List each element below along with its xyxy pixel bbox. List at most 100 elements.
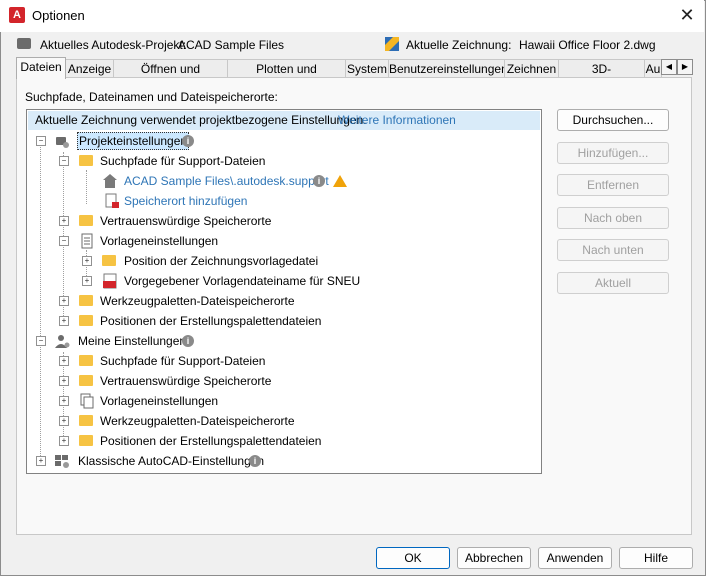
project-settings-notice: Aktuelle Zeichnung verwendet projektbezo… — [35, 113, 367, 127]
tree-item-default-template[interactable]: + Vorgegebener Vorlagendateiname für SNE… — [27, 272, 539, 290]
move-down-button[interactable]: Nach unten — [557, 239, 669, 261]
folder-icon — [102, 255, 116, 266]
tree-item-support-paths[interactable]: − Suchpfade für Support-Dateien — [27, 152, 539, 170]
project-label: Aktuelles Autodesk-Projekt: — [40, 38, 187, 52]
drawing-icon — [384, 36, 400, 52]
expand-toggle[interactable]: + — [59, 356, 69, 366]
tree-item-label: Vorlageneinstellungen — [100, 234, 219, 248]
title-bar: A Optionen ✕ — [0, 0, 704, 32]
tree-item-tool-palettes[interactable]: + Werkzeugpaletten-Dateispeicherorte — [27, 292, 539, 310]
apply-button[interactable]: Anwenden — [538, 547, 612, 569]
tree-item-label: Speicherort hinzufügen — [124, 194, 248, 208]
tree-item-label: Vorlageneinstellungen — [100, 394, 219, 408]
help-button[interactable]: Hilfe — [619, 547, 693, 569]
document-icon — [79, 233, 95, 249]
expand-toggle[interactable]: + — [59, 436, 69, 446]
tree-item-label: Positionen der Erstellungspalettendateie… — [100, 434, 322, 448]
expand-toggle[interactable]: + — [59, 296, 69, 306]
tree-item-trusted-locations[interactable]: + Vertrauenswürdige Speicherorte — [27, 212, 539, 230]
remove-button[interactable]: Entfernen — [557, 174, 669, 196]
tab-benutzereinstellungen[interactable]: Benutzereinstellungen — [388, 59, 508, 78]
paths-tree[interactable]: Aktuelle Zeichnung verwendet projektbezo… — [26, 109, 542, 474]
info-icon[interactable]: i — [182, 135, 194, 147]
ok-button[interactable]: OK — [376, 547, 450, 569]
tab-anzeige[interactable]: Anzeige — [65, 59, 114, 78]
folder-icon — [79, 375, 93, 386]
browse-button[interactable]: Durchsuchen... — [557, 109, 669, 131]
tree-item-authoring-palettes[interactable]: + Positionen der Erstellungspalettendate… — [27, 432, 539, 450]
expand-toggle[interactable]: + — [59, 396, 69, 406]
tab-system[interactable]: System — [345, 59, 389, 78]
info-icon[interactable]: i — [249, 455, 261, 467]
warning-icon — [333, 175, 347, 187]
more-info-link[interactable]: Weitere Informationen — [338, 111, 456, 130]
set-current-button[interactable]: Aktuell — [557, 272, 669, 294]
tab-scroll-left-button[interactable]: ◀ — [661, 59, 677, 75]
tree-item-authoring-palettes[interactable]: + Positionen der Erstellungspalettendate… — [27, 312, 539, 330]
tree-header: Aktuelle Zeichnung verwendet projektbezo… — [28, 111, 540, 130]
tree-item-label: Vorgegebener Vorlagendateiname für SNEU — [124, 274, 361, 288]
tree-item-label: Positionen der Erstellungspalettendateie… — [100, 314, 322, 328]
folder-icon — [79, 435, 93, 446]
tree-item-classic-settings[interactable]: + Klassische AutoCAD-Einstellungen i — [27, 452, 539, 470]
add-button[interactable]: Hinzufügen... — [557, 142, 669, 164]
collapse-toggle[interactable]: − — [59, 156, 69, 166]
tree-item-template-settings[interactable]: + Vorlageneinstellungen — [27, 392, 539, 410]
tree-item-projekteinstellungen[interactable]: − Projekteinstellungen i — [27, 132, 539, 150]
project-value: ACAD Sample Files — [178, 38, 285, 52]
cancel-button[interactable]: Abbrechen — [457, 547, 531, 569]
tree-item-template-settings[interactable]: − Vorlageneinstellungen — [27, 232, 539, 250]
tab-truncated[interactable]: Au — [644, 59, 662, 78]
autocad-app-icon: A — [9, 7, 25, 23]
tab-dateien[interactable]: Dateien — [16, 57, 66, 79]
tree-item-label: Klassische AutoCAD-Einstellungen — [78, 454, 265, 468]
tree-item-add-location[interactable]: Speicherort hinzufügen — [27, 192, 539, 210]
collapse-toggle[interactable]: − — [36, 136, 46, 146]
tab-3d-modellierung[interactable]: 3D-Modellierung — [558, 59, 645, 94]
tree-item-template-location[interactable]: + Position der Zeichnungsvorlagedatei — [27, 252, 539, 270]
tree-item-meine-einstellungen[interactable]: − Meine Einstellungen i — [27, 332, 539, 350]
expand-toggle[interactable]: + — [59, 316, 69, 326]
open-folder-icon — [79, 155, 93, 166]
dwt-file-icon — [102, 273, 118, 289]
expand-toggle[interactable]: + — [36, 456, 46, 466]
drawing-label: Aktuelle Zeichnung: — [406, 38, 512, 52]
collapse-toggle[interactable]: − — [59, 236, 69, 246]
tree-item-label: Vertrauenswürdige Speicherorte — [100, 214, 272, 228]
tree-item-support-path-entry[interactable]: ACAD Sample Files\.autodesk.support i — [27, 172, 539, 190]
home-icon — [102, 173, 118, 189]
tree-item-label: Position der Zeichnungsvorlagedatei — [124, 254, 319, 268]
expand-toggle[interactable]: + — [59, 416, 69, 426]
expand-toggle[interactable]: + — [59, 376, 69, 386]
project-settings-icon — [54, 133, 70, 149]
tree-item-label: Werkzeugpaletten-Dateispeicherorte — [100, 294, 295, 308]
tab-plotten-publizieren[interactable]: Plotten und Publizieren — [227, 59, 346, 94]
move-up-button[interactable]: Nach oben — [557, 207, 669, 229]
project-icon — [17, 38, 31, 49]
info-icon[interactable]: i — [182, 335, 194, 347]
expand-toggle[interactable]: + — [82, 276, 92, 286]
add-file-icon — [104, 193, 120, 209]
info-icon[interactable]: i — [313, 175, 325, 187]
tree-item-tool-palettes[interactable]: + Werkzeugpaletten-Dateispeicherorte — [27, 412, 539, 430]
tree-item-label: Suchpfade für Support-Dateien — [100, 354, 266, 368]
folder-icon — [79, 315, 93, 326]
close-button[interactable]: ✕ — [670, 0, 704, 32]
tree-item-label: Werkzeugpaletten-Dateispeicherorte — [100, 414, 295, 428]
copy-documents-icon — [79, 393, 95, 409]
collapse-toggle[interactable]: − — [36, 336, 46, 346]
tab-scroll-right-button[interactable]: ▶ — [677, 59, 693, 75]
user-settings-icon — [54, 333, 70, 349]
tree-item-trusted-locations[interactable]: + Vertrauenswürdige Speicherorte — [27, 372, 539, 390]
expand-toggle[interactable]: + — [82, 256, 92, 266]
tree-item-label: Meine Einstellungen — [78, 334, 187, 348]
tree-item-support-paths[interactable]: + Suchpfade für Support-Dateien — [27, 352, 539, 370]
expand-toggle[interactable]: + — [59, 216, 69, 226]
tab-zeichnen[interactable]: Zeichnen — [504, 59, 559, 78]
window-title: Optionen — [32, 8, 85, 23]
tab-oeffnen-speichern[interactable]: Öffnen und Speichern — [113, 59, 228, 94]
classic-settings-icon — [54, 453, 70, 469]
folder-icon — [79, 215, 93, 226]
section-label: Suchpfade, Dateinamen und Dateispeichero… — [25, 90, 278, 104]
folder-icon — [79, 355, 93, 366]
